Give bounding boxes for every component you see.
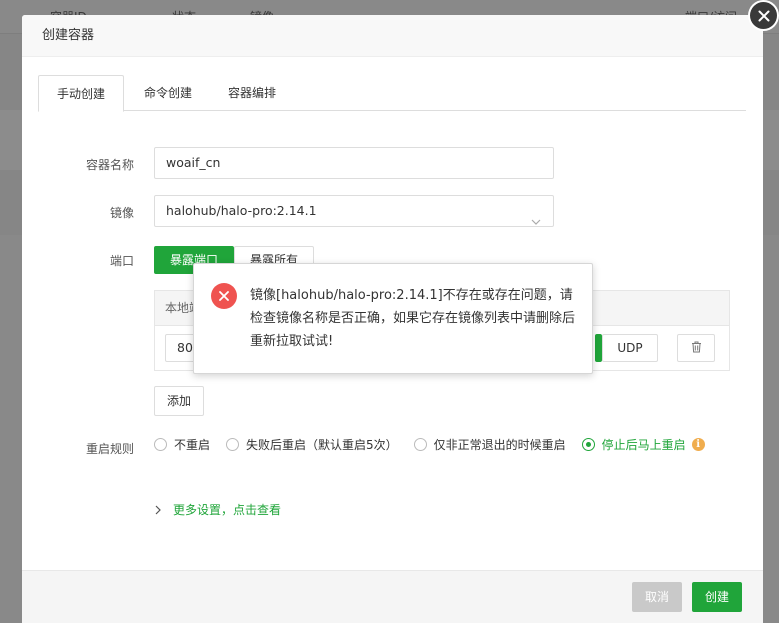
cancel-button[interactable]: 取消 (632, 582, 682, 612)
restart-policy-label: 重启规则 (85, 442, 134, 456)
restart-option-on-failure[interactable]: 失败后重启（默认重启5次） (226, 436, 398, 453)
close-button[interactable] (748, 0, 779, 31)
restart-policy-group: 不重启 失败后重启（默认重启5次） 仅非正常退出的时候重启 停止后马上重启 i (154, 435, 705, 453)
tab-bar: 手动创建 命令创建 容器编排 (38, 75, 746, 112)
error-toast: 镜像[halohub/halo-pro:2.14.1]不存在或存在问题，请检查镜… (193, 263, 593, 374)
more-settings-label: 更多设置，点击查看 (173, 503, 282, 517)
radio-button[interactable] (413, 437, 427, 451)
tab-manual-create[interactable]: 手动创建 (38, 75, 124, 112)
protocol-tcp-button[interactable] (595, 334, 602, 362)
close-icon (750, 2, 777, 29)
create-button[interactable]: 创建 (692, 582, 742, 612)
restart-option-label: 仅非正常退出的时候重启 (433, 437, 566, 452)
restart-option-always[interactable]: 停止后马上重启 i (581, 436, 705, 453)
tab-command-create[interactable]: 命令创建 (130, 75, 206, 111)
restart-option-label: 不重启 (174, 437, 211, 452)
image-label: 镜像 (109, 206, 134, 220)
trash-icon (691, 341, 702, 356)
restart-option-abnormal-exit[interactable]: 仅非正常退出的时候重启 (413, 436, 566, 453)
radio-button[interactable] (154, 437, 167, 451)
restart-option-no[interactable]: 不重启 (154, 436, 210, 453)
dialog-title: 创建容器 (22, 15, 763, 57)
tab-compose[interactable]: 容器编排 (214, 75, 290, 111)
restart-option-label: 停止后马上重启 (601, 437, 686, 452)
container-name-label: 容器名称 (85, 158, 134, 172)
image-select[interactable]: halohub/halo-pro:2.14.1 (154, 195, 554, 227)
restart-option-label: 失败后重启（默认重启5次） (246, 437, 398, 452)
container-name-input[interactable]: woaif_cn (154, 147, 554, 179)
port-label: 端口 (109, 254, 134, 268)
chevron-down-icon (531, 206, 541, 236)
radio-button[interactable] (226, 437, 240, 451)
info-icon[interactable]: i (691, 437, 705, 451)
protocol-udp-button[interactable]: UDP (602, 334, 658, 362)
error-icon (211, 283, 237, 309)
chevron-right-icon (155, 505, 161, 515)
error-message: 镜像[halohub/halo-pro:2.14.1]不存在或存在问题，请检查镜… (250, 288, 576, 349)
add-port-button[interactable]: 添加 (154, 386, 204, 416)
image-select-value: halohub/halo-pro:2.14.1 (166, 203, 317, 218)
delete-port-button[interactable] (677, 334, 715, 362)
more-settings-link[interactable]: 更多设置，点击查看 (155, 501, 281, 518)
radio-button-selected[interactable] (581, 437, 595, 451)
dialog-footer: 取消 创建 (22, 570, 763, 623)
